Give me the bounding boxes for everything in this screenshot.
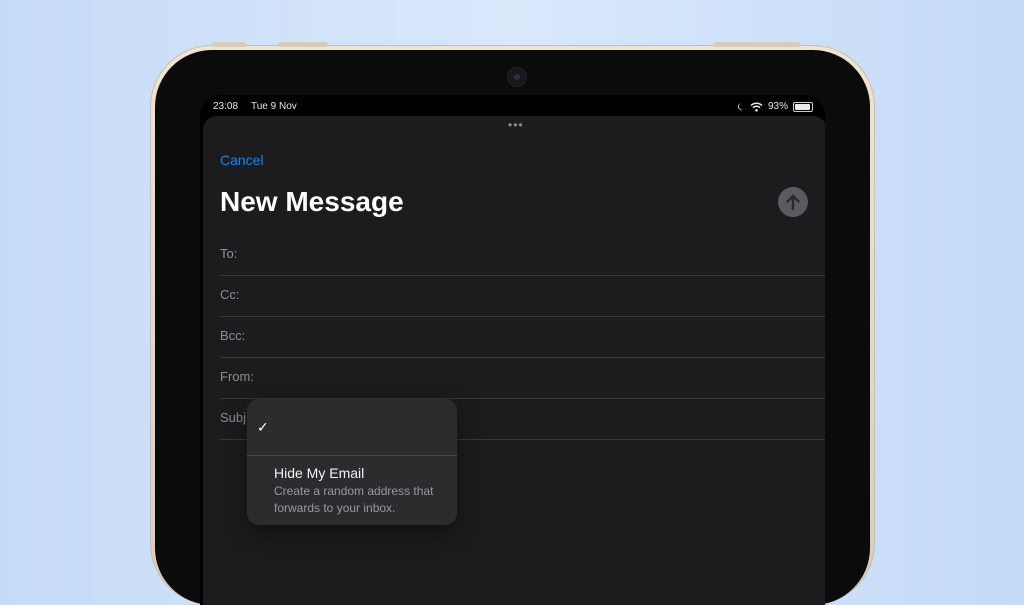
menu-divider [247, 455, 457, 456]
cc-field[interactable]: Cc: [220, 275, 825, 317]
camera-lens [514, 74, 520, 80]
status-date: Tue 9 Nov [251, 101, 297, 112]
front-camera [507, 67, 527, 87]
page-title: New Message [220, 186, 404, 217]
from-label: From: [220, 369, 254, 384]
cc-label: Cc: [220, 287, 240, 302]
battery-percent: 93% [767, 101, 788, 112]
wifi-icon [750, 102, 763, 112]
status-indicators: 93% [737, 101, 813, 112]
status-time: 23:08 [213, 101, 239, 112]
top-button [713, 42, 801, 47]
send-button[interactable] [778, 187, 808, 217]
to-field[interactable]: To: [220, 234, 825, 276]
battery-icon [793, 101, 813, 112]
screen-bezel: 23:08 Tue 9 Nov 93% ••• Cancel New Messa… [155, 50, 870, 605]
cancel-button[interactable]: Cancel [220, 152, 264, 168]
bcc-label: Bcc: [220, 328, 246, 343]
option-description: Create a random address that forwards to… [274, 484, 434, 515]
to-label: To: [220, 246, 238, 261]
bcc-field[interactable]: Bcc: [220, 316, 825, 358]
battery-fill [795, 103, 810, 110]
subject-label: Subj [220, 410, 247, 425]
compose-sheet: ••• Cancel New Message To: Cc: Bcc: From… [203, 116, 825, 605]
volume-button [278, 42, 328, 47]
arrow-up-icon [786, 194, 800, 211]
volume-button [212, 42, 246, 47]
from-field[interactable]: From: [220, 357, 825, 399]
sheet-grabber-icon[interactable]: ••• [508, 119, 524, 131]
from-address-menu: ✓ Hide My Email Create a random address … [247, 399, 457, 525]
do-not-disturb-icon [737, 103, 744, 111]
checkmark-icon[interactable]: ✓ [257, 419, 269, 436]
ipad-device: 23:08 Tue 9 Nov 93% ••• Cancel New Messa… [150, 42, 875, 605]
option-title: Hide My Email [274, 465, 365, 481]
status-bar: 23:08 Tue 9 Nov 93% [200, 101, 825, 115]
screen: 23:08 Tue 9 Nov 93% ••• Cancel New Messa… [200, 95, 825, 605]
